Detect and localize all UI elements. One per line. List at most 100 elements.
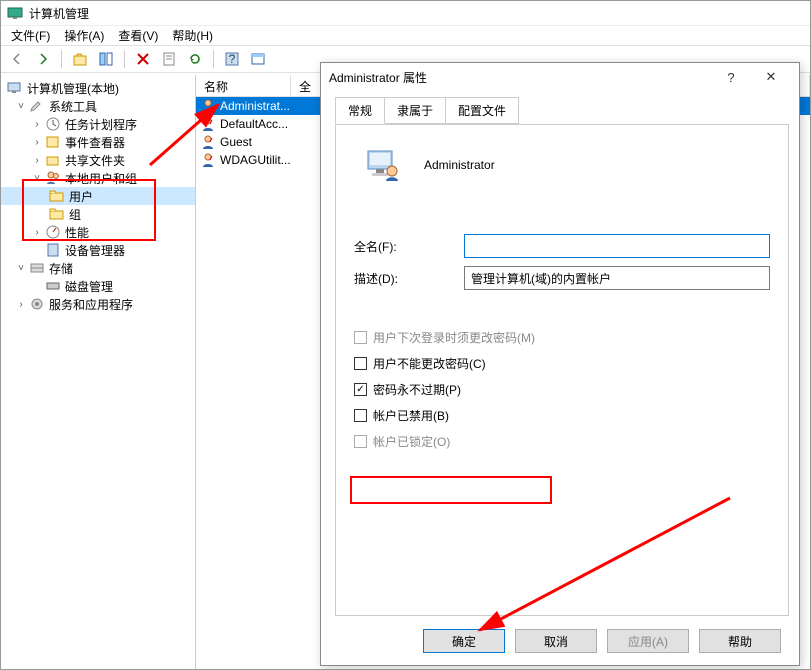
tree-label: 用户	[69, 188, 93, 205]
column-name[interactable]: 名称	[196, 75, 291, 96]
tools-icon	[29, 98, 45, 114]
user-icon	[200, 152, 216, 168]
expander-icon[interactable]: ˅	[15, 263, 27, 274]
tree-performance[interactable]: › 性能	[1, 223, 195, 241]
expander-icon[interactable]: ›	[15, 299, 27, 310]
layout-button[interactable]	[246, 48, 270, 70]
check-cannot-change[interactable]: 用户不能更改密码(C)	[354, 355, 770, 372]
nav-back-button[interactable]	[5, 48, 29, 70]
checkbox-icon[interactable]	[354, 357, 367, 370]
ok-button[interactable]: 确定	[423, 629, 505, 653]
tree-label: 设备管理器	[65, 242, 125, 259]
delete-button[interactable]	[131, 48, 155, 70]
perf-icon	[45, 224, 61, 240]
menubar: 文件(F) 操作(A) 查看(V) 帮助(H)	[1, 25, 810, 45]
tree-label: 共享文件夹	[65, 152, 125, 169]
tree-disk-management[interactable]: 磁盘管理	[1, 277, 195, 295]
tree-services-apps[interactable]: › 服务和应用程序	[1, 295, 195, 313]
tree-root[interactable]: 计算机管理(本地)	[1, 79, 195, 97]
toolbar-separator	[213, 50, 214, 68]
tree-groups[interactable]: 组	[1, 205, 195, 223]
folder-icon	[49, 206, 65, 222]
dialog-titlebar[interactable]: Administrator 属性 ? ✕	[321, 63, 799, 91]
list-item-label: Guest	[220, 135, 252, 149]
context-help-button[interactable]: ?	[711, 65, 751, 89]
expander-icon[interactable]: ›	[31, 119, 43, 130]
tree-system-tools[interactable]: ˅ 系统工具	[1, 97, 195, 115]
clock-icon	[45, 116, 61, 132]
properties-button[interactable]	[157, 48, 181, 70]
fullname-input[interactable]	[464, 234, 770, 258]
checkbox-label: 用户不能更改密码(C)	[373, 355, 486, 372]
tree-storage[interactable]: ˅ 存储	[1, 259, 195, 277]
show-hide-button[interactable]	[94, 48, 118, 70]
share-icon	[45, 152, 61, 168]
checkbox-icon[interactable]: ✓	[354, 383, 367, 396]
checkbox-label: 用户下次登录时须更改密码(M)	[373, 329, 535, 346]
tab-general[interactable]: 常规	[335, 97, 385, 124]
tab-panel-general: Administrator 全名(F): 描述(D): 用户下次登录时须更改密码…	[335, 124, 789, 616]
computer-icon	[7, 80, 23, 96]
folder-icon	[49, 188, 65, 204]
users-icon	[45, 170, 61, 186]
close-button[interactable]: ✕	[751, 65, 791, 89]
checkbox-icon	[354, 331, 367, 344]
toolbar-separator	[124, 50, 125, 68]
expander-icon[interactable]: ˅	[15, 101, 27, 112]
properties-dialog: Administrator 属性 ? ✕ 常规 隶属于 配置文件 Adminis…	[320, 62, 800, 666]
description-label: 描述(D):	[354, 270, 464, 287]
menu-view[interactable]: 查看(V)	[112, 25, 164, 46]
services-icon	[29, 296, 45, 312]
menu-help[interactable]: 帮助(H)	[166, 25, 219, 46]
tree-label: 性能	[65, 224, 89, 241]
checkbox-icon	[354, 435, 367, 448]
refresh-button[interactable]	[183, 48, 207, 70]
svg-text:?: ?	[229, 52, 236, 66]
tree-device-manager[interactable]: 设备管理器	[1, 241, 195, 259]
nav-forward-button[interactable]	[31, 48, 55, 70]
up-button[interactable]	[68, 48, 92, 70]
window-title: 计算机管理	[29, 5, 89, 22]
menu-action[interactable]: 操作(A)	[58, 25, 110, 46]
expander-icon[interactable]: ›	[31, 137, 43, 148]
menu-file[interactable]: 文件(F)	[5, 25, 56, 46]
fullname-label: 全名(F):	[354, 238, 464, 255]
tree-label: 计算机管理(本地)	[27, 80, 119, 97]
tree-task-scheduler[interactable]: › 任务计划程序	[1, 115, 195, 133]
help-button[interactable]: 帮助	[699, 629, 781, 653]
description-input[interactable]	[464, 266, 770, 290]
tree-event-viewer[interactable]: › 事件查看器	[1, 133, 195, 151]
tree-shared-folders[interactable]: › 共享文件夹	[1, 151, 195, 169]
tree-label: 事件查看器	[65, 134, 125, 151]
help-button[interactable]: ?	[220, 48, 244, 70]
toolbar-separator	[61, 50, 62, 68]
tree-pane[interactable]: 计算机管理(本地) ˅ 系统工具 › 任务计划程序 › 事件查看器 › 共享文件…	[1, 75, 196, 669]
tree-label: 本地用户和组	[65, 170, 137, 187]
user-icon	[200, 134, 216, 150]
tab-profile[interactable]: 配置文件	[445, 97, 519, 124]
dialog-button-row: 确定 取消 应用(A) 帮助	[423, 629, 781, 653]
tree-users[interactable]: 用户	[1, 187, 195, 205]
tree-label: 系统工具	[49, 98, 97, 115]
user-name-label: Administrator	[424, 158, 495, 172]
checkbox-label: 帐户已禁用(B)	[373, 407, 449, 424]
expander-icon[interactable]: ›	[31, 227, 43, 238]
check-account-disabled[interactable]: 帐户已禁用(B)	[354, 407, 770, 424]
device-icon	[45, 242, 61, 258]
user-icon	[200, 116, 216, 132]
disk-icon	[45, 278, 61, 294]
check-account-locked: 帐户已锁定(O)	[354, 433, 770, 450]
event-icon	[45, 134, 61, 150]
apply-button[interactable]: 应用(A)	[607, 629, 689, 653]
tree-label: 磁盘管理	[65, 278, 113, 295]
expander-icon[interactable]: ˅	[31, 173, 43, 184]
checkbox-icon[interactable]	[354, 409, 367, 422]
expander-icon[interactable]: ›	[31, 155, 43, 166]
cancel-button[interactable]: 取消	[515, 629, 597, 653]
checkbox-label: 密码永不过期(P)	[373, 381, 461, 398]
tab-member-of[interactable]: 隶属于	[384, 97, 446, 124]
tree-label: 存储	[49, 260, 73, 277]
check-never-expires[interactable]: ✓ 密码永不过期(P)	[354, 381, 770, 398]
tree-local-users-groups[interactable]: ˅ 本地用户和组	[1, 169, 195, 187]
check-must-change: 用户下次登录时须更改密码(M)	[354, 329, 770, 346]
